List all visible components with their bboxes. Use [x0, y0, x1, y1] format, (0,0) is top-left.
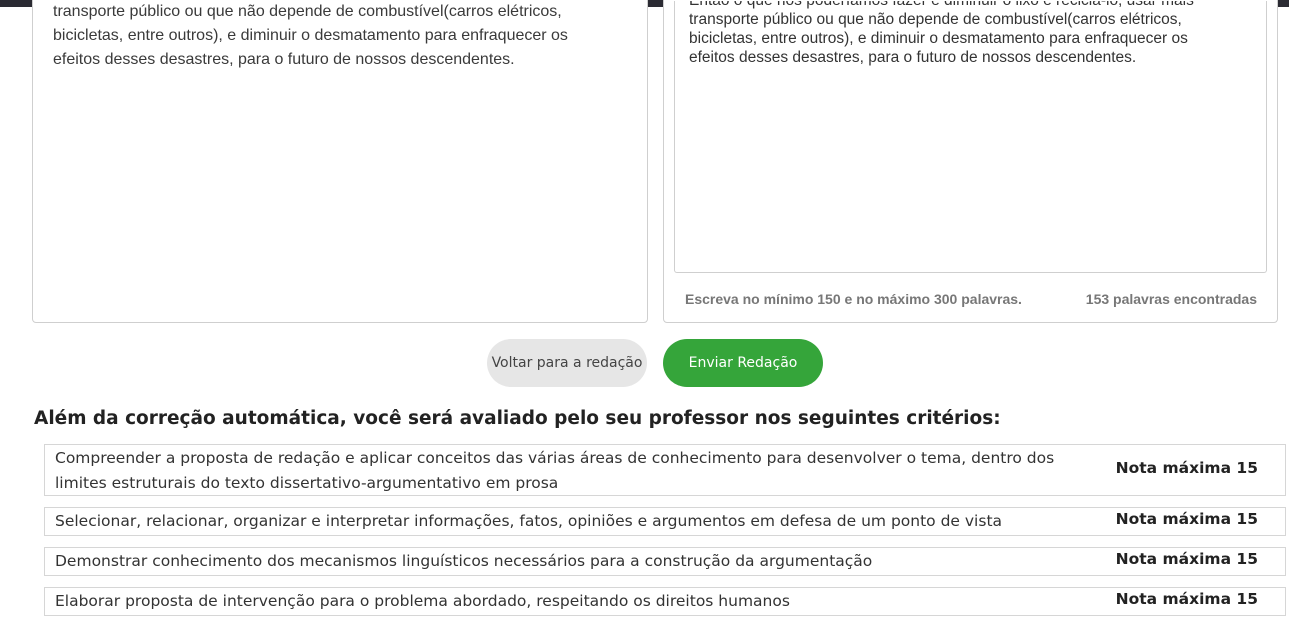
criteria-description: Elaborar proposta de intervenção para o … [55, 592, 790, 610]
word-limit-hint: Escreva no mínimo 150 e no máximo 300 pa… [685, 291, 1022, 307]
essay-line: transporte público ou que não depende de… [53, 3, 562, 20]
criteria-row: Selecionar, relacionar, organizar e inte… [44, 507, 1286, 536]
criteria-row: Demonstrar conhecimento dos mecanismos l… [44, 547, 1286, 576]
essay-line: efeitos desses desastres, para o futuro … [53, 51, 515, 68]
essay-editor-panel: Então o que nós poderíamos fazer é dimin… [663, 0, 1278, 323]
criteria-row: Elaborar proposta de intervenção para o … [44, 587, 1286, 616]
criteria-heading: Além da correção automática, você será a… [34, 408, 1001, 429]
criteria-description: Compreender a proposta de redação e apli… [55, 449, 1055, 492]
essay-line: transporte público ou que não depende de… [689, 11, 1182, 28]
essay-preview-panel: transporte público ou que não depende de… [32, 0, 648, 323]
criteria-max-score: Nota máxima 15 [1115, 550, 1258, 568]
criteria-description: Demonstrar conhecimento dos mecanismos l… [55, 552, 873, 570]
criteria-max-score: Nota máxima 15 [1115, 590, 1258, 608]
essay-textarea[interactable]: Então o que nós poderíamos fazer é dimin… [674, 1, 1267, 273]
essay-line: bicicletas, entre outros), e diminuir o … [689, 30, 1188, 47]
essay-line: bicicletas, entre outros), e diminuir o … [53, 27, 568, 44]
criteria-max-score: Nota máxima 15 [1115, 510, 1258, 528]
criteria-description: Selecionar, relacionar, organizar e inte… [55, 512, 1003, 530]
submit-essay-button[interactable]: Enviar Redação [663, 339, 823, 387]
essay-preview-text: transporte público ou que não depende de… [53, 1, 613, 72]
criteria-max-score: Nota máxima 15 [1115, 459, 1258, 477]
word-counter-row: Escreva no mínimo 150 e no máximo 300 pa… [685, 291, 1257, 307]
word-count: 153 palavras encontradas [1085, 291, 1257, 307]
criteria-row: Compreender a proposta de redação e apli… [44, 444, 1286, 496]
back-to-essay-button[interactable]: Voltar para a redação [487, 339, 647, 387]
essay-line: efeitos desses desastres, para o futuro … [689, 49, 1137, 66]
essay-line: Então o que nós poderíamos fazer é dimin… [689, 1, 1249, 10]
essay-editor-text[interactable]: Então o que nós poderíamos fazer é dimin… [689, 1, 1249, 67]
essay-preview-clip: transporte público ou que não depende de… [33, 1, 647, 301]
